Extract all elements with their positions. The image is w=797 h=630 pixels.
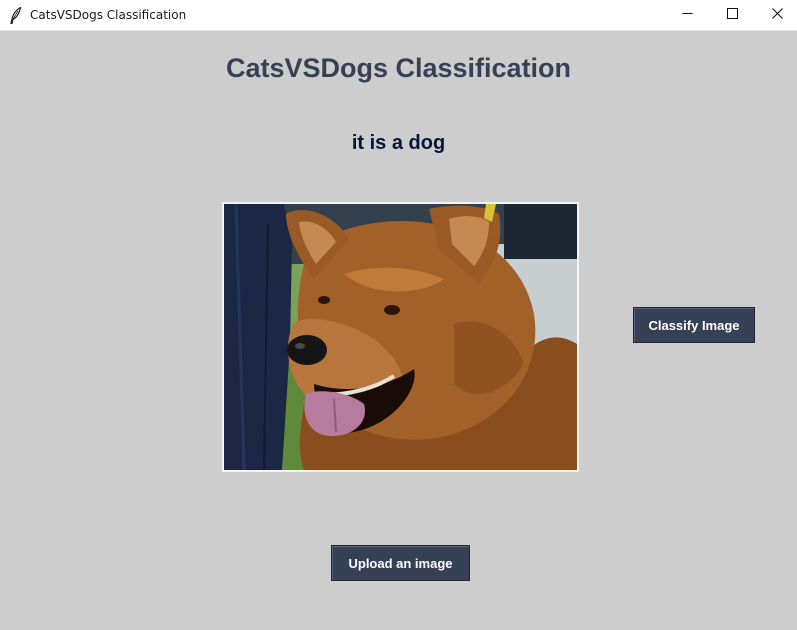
close-icon	[771, 6, 783, 24]
title-bar[interactable]: CatsVSDogs Classification	[0, 0, 797, 31]
maximize-button[interactable]	[709, 0, 755, 30]
window-title: CatsVSDogs Classification	[30, 8, 187, 22]
maximize-icon	[726, 6, 738, 24]
close-button[interactable]	[754, 0, 797, 30]
uploaded-image	[222, 202, 579, 472]
minimize-button[interactable]	[664, 0, 710, 30]
classify-image-button[interactable]: Classify Image	[633, 307, 755, 343]
dog-photo	[224, 204, 577, 470]
classification-result: it is a dog	[351, 132, 446, 154]
minimize-icon	[682, 6, 693, 24]
upload-image-button[interactable]: Upload an image	[331, 545, 470, 581]
feather-icon	[10, 6, 22, 25]
page-title: CatsVSDogs Classification	[225, 53, 572, 83]
